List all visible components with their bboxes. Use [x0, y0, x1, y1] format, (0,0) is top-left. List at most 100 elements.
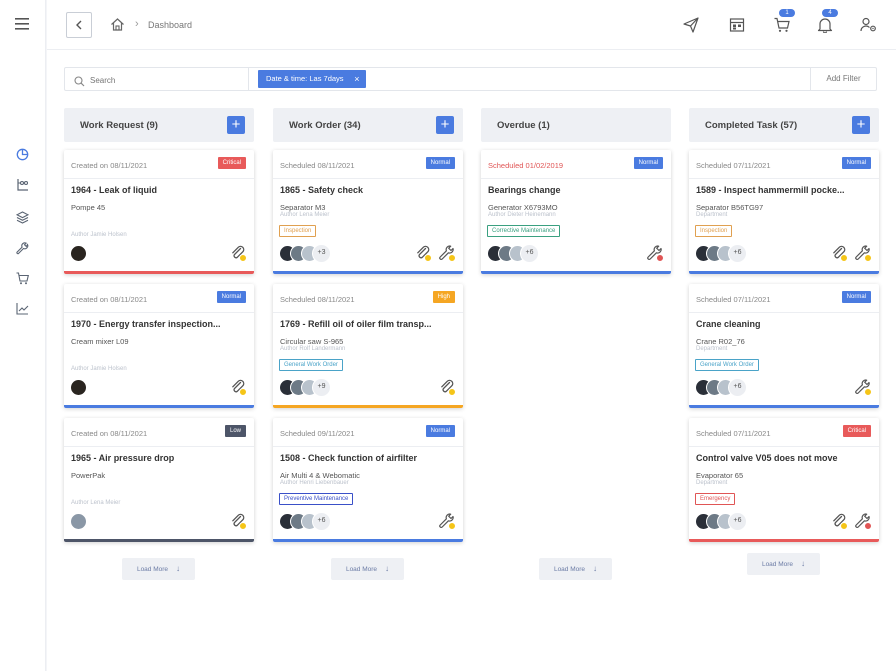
- assignee-avatars[interactable]: [70, 244, 87, 262]
- more-assignees-count[interactable]: +6: [728, 511, 747, 531]
- add-filter-button[interactable]: Add Filter: [810, 68, 876, 90]
- search-input[interactable]: [90, 72, 240, 88]
- task-card[interactable]: Scheduled 07/11/2021 Normal Crane cleaning…: [689, 284, 879, 408]
- sidebar: [0, 0, 46, 671]
- task-card[interactable]: Scheduled 01/02/2019 Normal Bearings chang…: [481, 150, 671, 274]
- task-card[interactable]: Created on 08/11/2021 Low 1965 - Air press…: [64, 418, 254, 542]
- card-equipment: Circular saw S-965: [280, 337, 344, 346]
- date-filter-chip[interactable]: Date & time: Las 7days ×: [258, 70, 366, 88]
- home-icon[interactable]: [110, 17, 126, 33]
- attachment-icon[interactable]: [415, 245, 432, 262]
- card-title[interactable]: 1769 - Refill oil of oiler film transp..…: [280, 319, 456, 329]
- wrench-icon[interactable]: [855, 513, 872, 530]
- add-card-button[interactable]: +: [227, 116, 245, 134]
- card-actions: [230, 245, 247, 262]
- category-tag: Emergency: [695, 493, 736, 505]
- user-settings-icon[interactable]: [859, 16, 877, 34]
- cart-icon[interactable]: [14, 270, 30, 286]
- more-assignees-count[interactable]: +6: [312, 511, 331, 531]
- calendar-icon[interactable]: [728, 16, 746, 34]
- attachment-icon[interactable]: [831, 513, 848, 530]
- assignee-avatars[interactable]: +6: [487, 243, 539, 263]
- priority-indicator-bar: [273, 271, 463, 274]
- card-header: Scheduled 09/11/2021 Normal: [273, 418, 463, 447]
- card-title[interactable]: Control valve V05 does not move: [696, 453, 872, 463]
- status-dot: [239, 388, 247, 396]
- attachment-icon[interactable]: [230, 513, 247, 530]
- load-more-button[interactable]: Load More ↓: [122, 558, 195, 580]
- attachment-icon[interactable]: [230, 379, 247, 396]
- attachment-icon[interactable]: [439, 379, 456, 396]
- status-dot: [448, 388, 456, 396]
- card-header: Scheduled 08/11/2021 High: [273, 284, 463, 313]
- load-more-button[interactable]: Load More ↓: [747, 553, 820, 575]
- add-card-button[interactable]: +: [436, 116, 454, 134]
- assignee-avatars[interactable]: [70, 378, 87, 396]
- card-title[interactable]: 1508 - Check function of airfilter: [280, 453, 456, 463]
- more-assignees-count[interactable]: +3: [312, 243, 331, 263]
- card-author: Department: [696, 480, 728, 486]
- analytics-icon[interactable]: [14, 300, 30, 316]
- card-title[interactable]: 1865 - Safety check: [280, 185, 456, 195]
- wrench-icon[interactable]: [647, 245, 664, 262]
- card-title[interactable]: Bearings change: [488, 185, 664, 195]
- assignee-avatars[interactable]: +6: [695, 377, 747, 397]
- cart-icon-top[interactable]: 1: [773, 9, 795, 34]
- hierarchy-icon[interactable]: [14, 176, 30, 192]
- assignee-avatars[interactable]: +6: [695, 243, 747, 263]
- assignee-avatars[interactable]: +6: [695, 511, 747, 531]
- add-card-button[interactable]: +: [852, 116, 870, 134]
- wrench-icon[interactable]: [439, 245, 456, 262]
- status-dot: [840, 522, 848, 530]
- card-title[interactable]: 1964 - Leak of liquid: [71, 185, 247, 195]
- card-actions: [831, 245, 872, 262]
- assignee-avatars[interactable]: +9: [279, 377, 331, 397]
- card-title[interactable]: 1970 - Energy transfer inspection...: [71, 319, 247, 329]
- more-assignees-count[interactable]: +6: [520, 243, 539, 263]
- task-card[interactable]: Scheduled 09/11/2021 Normal 1508 - Check f…: [273, 418, 463, 542]
- dashboard-icon[interactable]: [14, 146, 30, 162]
- assignee-avatars[interactable]: +6: [279, 511, 331, 531]
- load-more-button[interactable]: Load More ↓: [331, 558, 404, 580]
- wrench-icon[interactable]: [439, 513, 456, 530]
- bell-icon[interactable]: 4: [816, 9, 838, 34]
- card-actions: [647, 245, 664, 262]
- priority-indicator-bar: [64, 405, 254, 408]
- wrench-icon[interactable]: [14, 240, 30, 256]
- task-card[interactable]: Scheduled 08/11/2021 Normal 1865 - Safety …: [273, 150, 463, 274]
- task-card[interactable]: Created on 08/11/2021 Normal 1970 - Energy…: [64, 284, 254, 408]
- layers-icon[interactable]: [14, 209, 30, 225]
- card-author: Author Dieter Heinemann: [488, 212, 556, 218]
- task-card[interactable]: Scheduled 07/11/2021 Critical Control valv…: [689, 418, 879, 542]
- priority-indicator-bar: [481, 271, 671, 274]
- task-card[interactable]: Created on 08/11/2021 Critical 1964 - Leak…: [64, 150, 254, 274]
- card-title[interactable]: 1965 - Air pressure drop: [71, 453, 247, 463]
- task-card[interactable]: Scheduled 07/11/2021 Normal 1589 - Inspect…: [689, 150, 879, 274]
- card-title[interactable]: Crane cleaning: [696, 319, 872, 329]
- assignee-avatars[interactable]: [70, 512, 87, 530]
- cart-badge: 1: [779, 9, 795, 17]
- assignee-avatars[interactable]: +3: [279, 243, 331, 263]
- arrow-down-icon: ↓: [593, 564, 598, 573]
- menu-icon[interactable]: [14, 16, 30, 32]
- card-actions: [415, 245, 456, 262]
- attachment-icon[interactable]: [831, 245, 848, 262]
- priority-indicator-bar: [273, 405, 463, 408]
- column-title: Overdue (1): [497, 120, 550, 131]
- load-more-button[interactable]: Load More ↓: [539, 558, 612, 580]
- attachment-icon[interactable]: [230, 245, 247, 262]
- app: › Dashboard 1 4 Date & time: La: [0, 0, 896, 671]
- card-header: Created on 08/11/2021 Low: [64, 418, 254, 447]
- card-title[interactable]: 1589 - Inspect hammermill pocke...: [696, 185, 872, 195]
- wrench-icon[interactable]: [855, 379, 872, 396]
- more-assignees-count[interactable]: +6: [728, 243, 747, 263]
- arrow-down-icon: ↓: [801, 559, 806, 568]
- card-equipment: Separator M3: [280, 203, 326, 212]
- close-icon[interactable]: ×: [354, 70, 359, 88]
- more-assignees-count[interactable]: +9: [312, 377, 331, 397]
- task-card[interactable]: Scheduled 08/11/2021 High 1769 - Refill oi…: [273, 284, 463, 408]
- back-button[interactable]: [66, 12, 92, 38]
- send-icon[interactable]: [682, 16, 700, 34]
- more-assignees-count[interactable]: +6: [728, 377, 747, 397]
- wrench-icon[interactable]: [855, 245, 872, 262]
